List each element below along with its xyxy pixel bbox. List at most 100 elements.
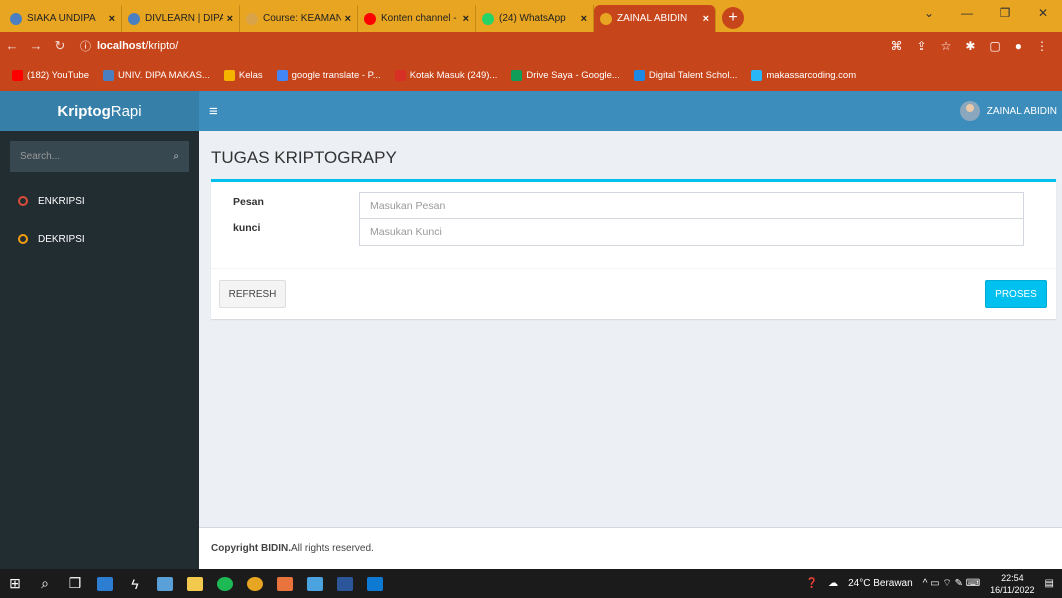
search-icon[interactable]: ⌕ [173,151,179,162]
app-icon[interactable] [270,569,300,598]
extensions-icon[interactable]: ✱ [965,39,975,53]
restore-button[interactable]: ❐ [986,6,1024,20]
bookmark-item[interactable]: Digital Talent Schol... [633,69,737,81]
windows-taskbar: ⊞ ⌕ ❒ ϟ ❓ ☁ 24°C Berawan ^ ▭ ⌔ ✎ ⌨ 22:54… [0,569,1062,598]
help-icon[interactable]: ❓ [806,578,818,589]
weather-text[interactable]: 24°C Berawan [848,578,913,589]
app-icon[interactable] [90,569,120,598]
tab-favicon-icon [600,12,612,25]
footer-rest: All rights reserved. [291,543,374,554]
url-host: localhost [97,39,146,52]
menu-toggle-icon[interactable]: ≡ [209,103,233,120]
bookmark-label: Kotak Masuk (249)... [409,69,498,81]
browser-tab-bar: SIAKA UNDIPA×DIVLEARN | DIPA V×Course: K… [0,0,1062,32]
close-window-button[interactable]: ✕ [1024,6,1062,20]
sidebar-item-label: DEKRIPSI [38,233,85,245]
back-icon[interactable]: ← [0,38,24,53]
photos-icon[interactable] [300,569,330,598]
url-path: /kripto/ [145,39,179,52]
pesan-row: Pesan [219,192,1024,220]
tab-favicon-icon [246,12,258,25]
translate-icon[interactable]: ⌘ [891,39,903,53]
top-navbar: ≡ ZAINAL ABIDIN [199,91,1062,131]
bookmark-item[interactable]: (182) YouTube [12,69,89,81]
search-input[interactable]: Search... ⌕ [10,141,189,172]
bookmark-favicon-icon [751,69,763,81]
sidebar-item-enkripsi[interactable]: ENKRIPSI [0,182,199,220]
clock[interactable]: 22:54 16/11/2022 [990,572,1034,596]
info-icon: ⓘ [80,40,91,53]
browser-tab[interactable]: SIAKA UNDIPA × [4,5,122,32]
pesan-input[interactable] [359,192,1024,220]
weather-icon: ☁ [828,578,839,589]
spotify-icon[interactable] [210,569,240,598]
bookmark-item[interactable]: UNIV. DIPA MAKAS... [102,69,210,81]
browser-tab[interactable]: Course: KEAMANA × [240,5,358,32]
browser-tab[interactable]: Konten channel - Y × [358,5,476,32]
tray-icons[interactable]: ^ ▭ ⌔ ✎ ⌨ [923,577,980,590]
new-tab-button[interactable]: + [722,7,744,29]
bookmark-label: Kelas [238,69,263,81]
proses-button[interactable]: PROSES [985,280,1047,308]
app-icon[interactable] [150,569,180,598]
tab-search-icon[interactable]: ⌄ [910,6,948,20]
sidebar-item-dekripsi[interactable]: DEKRIPSI [0,220,199,258]
word-icon[interactable] [330,569,360,598]
more-icon[interactable]: ⋮ [1036,39,1048,53]
bookmark-label: Drive Saya - Google... [526,69,620,81]
pesan-label: Pesan [233,196,264,208]
tab-title: SIAKA UNDIPA [27,13,96,24]
browser-tab[interactable]: ZAINAL ABIDIN × [594,5,716,32]
bookmark-favicon-icon [276,69,288,81]
vscode-icon[interactable] [360,569,390,598]
bookmark-label: UNIV. DIPA MAKAS... [117,69,210,81]
profile-icon[interactable]: ● [1015,39,1022,53]
tab-title: DIVLEARN | DIPA V [145,13,223,24]
bookmark-item[interactable]: Drive Saya - Google... [511,69,620,81]
browser-tab[interactable]: DIVLEARN | DIPA V × [122,5,240,32]
task-view-icon[interactable]: ❒ [60,569,90,598]
close-tab-icon[interactable]: × [703,13,709,25]
tab-title: ZAINAL ABIDIN [617,13,688,24]
tab-favicon-icon [482,12,494,25]
bookmark-favicon-icon [223,69,235,81]
circle-icon [18,196,28,206]
bookmark-star-icon[interactable]: ☆ [941,39,952,53]
bookmark-item[interactable]: Kotak Masuk (249)... [394,69,498,81]
form-box: Pesan kunci REFRESH PROSES [211,179,1056,319]
user-menu[interactable]: ZAINAL ABIDIN [959,101,1062,121]
tab-favicon-icon [128,12,140,25]
close-tab-icon[interactable]: × [109,13,115,25]
file-explorer-icon[interactable] [180,569,210,598]
browser-tab[interactable]: (24) WhatsApp × [476,5,594,32]
page-footer: Copyright BIDIN. All rights reserved. [199,527,1062,569]
bookmark-item[interactable]: google translate - P... [276,69,381,81]
notification-icon[interactable]: ▤ [1045,578,1054,589]
minimize-button[interactable]: — [948,6,986,20]
chrome-icon[interactable] [240,569,270,598]
windows-start-icon[interactable]: ⊞ [0,569,30,598]
page-title: TUGAS KRIPTOGRAPY [211,148,397,167]
app-icon[interactable]: ϟ [120,569,150,598]
reload-icon[interactable]: ↻ [48,38,72,54]
footer-bold: Copyright BIDIN. [211,543,291,554]
share-icon[interactable]: ⇪ [917,39,927,53]
bookmark-label: (182) YouTube [27,69,89,81]
bookmark-item[interactable]: Kelas [223,69,263,81]
search-placeholder: Search... [20,151,61,162]
bookmark-favicon-icon [511,69,523,81]
refresh-button[interactable]: REFRESH [219,280,286,308]
close-tab-icon[interactable]: × [345,13,351,25]
clock-date: 16/11/2022 [990,584,1035,595]
close-tab-icon[interactable]: × [463,13,469,25]
window-controls: ⌄ — ❐ ✕ [910,0,1062,26]
app-logo[interactable]: Kriptog Rapi [0,91,199,131]
search-taskbar-icon[interactable]: ⌕ [30,569,60,598]
bookmark-item[interactable]: makassarcoding.com [751,69,856,81]
close-tab-icon[interactable]: × [227,13,233,25]
kunci-input[interactable] [359,218,1024,246]
forward-icon[interactable]: → [24,38,48,53]
url-field[interactable]: ⓘ localhost/kripto/ [72,38,891,54]
sidepanel-icon[interactable]: ▢ [989,39,1000,53]
close-tab-icon[interactable]: × [581,13,587,25]
